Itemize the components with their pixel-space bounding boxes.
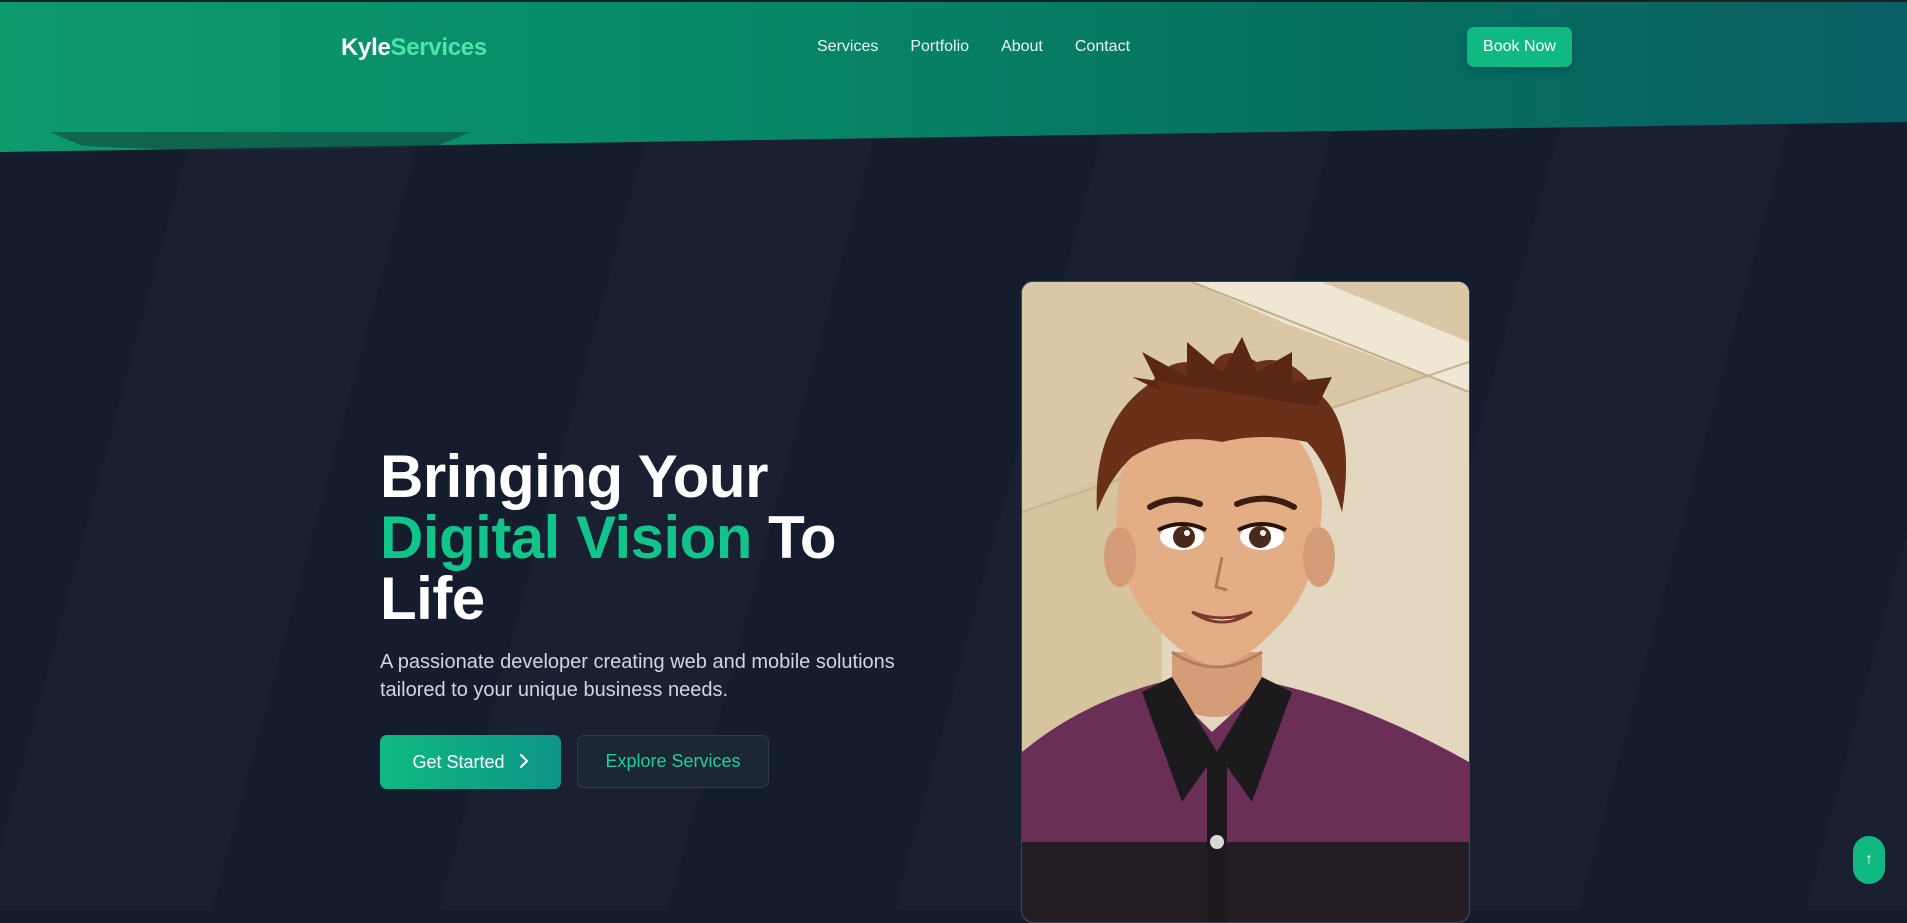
brand-logo-part1: Kyle — [341, 34, 391, 61]
brand-logo-part2: Services — [390, 34, 488, 61]
hero-subtitle: A passionate developer creating web and … — [380, 651, 895, 701]
chevron-right-icon — [519, 752, 529, 773]
nav-link-contact[interactable]: Contact — [1075, 38, 1130, 56]
nav-link-portfolio[interactable]: Portfolio — [910, 38, 969, 56]
hero-title: Bringing Your Digital Vision To Life — [380, 443, 837, 632]
profile-portrait — [1021, 281, 1470, 923]
hero-title-line1: Bringing Your — [380, 443, 768, 510]
header-shadow — [50, 132, 470, 150]
get-started-label: Get Started — [412, 751, 505, 772]
hero-title-after-accent: To — [751, 504, 836, 571]
book-now-button[interactable]: Book Now — [1467, 27, 1572, 67]
scroll-to-top-button[interactable]: ↑ — [1853, 836, 1885, 884]
nav-link-about[interactable]: About — [1001, 38, 1043, 56]
get-started-button[interactable]: Get Started — [380, 735, 561, 789]
arrow-up-icon: ↑ — [1865, 851, 1873, 868]
hero-title-accent: Digital Vision — [380, 504, 752, 571]
main-nav: Services Portfolio About Contact — [817, 38, 1162, 56]
hero-title-line3: Life — [380, 565, 485, 632]
explore-services-button[interactable]: Explore Services — [577, 735, 769, 788]
nav-link-services[interactable]: Services — [817, 38, 878, 56]
brand-logo[interactable]: KyleServices — [341, 34, 487, 62]
